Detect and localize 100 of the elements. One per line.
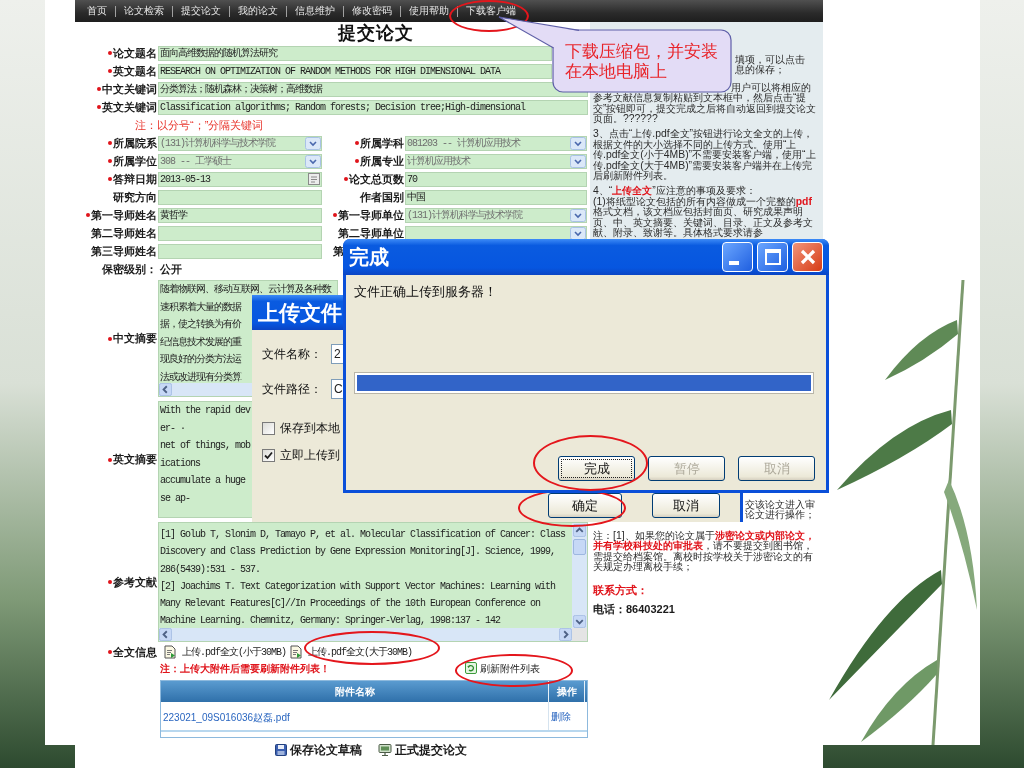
help-text: 3、点击“上传.pdf全文”按钮进行论文全文的上传，根据文件的大小选择不同的上传方式。使用“上传.pdf全文(小于4MB)”不需要安装客户端，使用“上传.pdf全文(大于4MB)”需要安装客户端并在上传完后刷新附件列表。 [593, 129, 817, 182]
field-label: 第一导师姓名 [91, 208, 157, 222]
field-label: 中文关键词 [102, 82, 157, 96]
monitor-icon [378, 744, 392, 756]
warning-text: 注：上传大附件后需要刷新附件列表！ [160, 661, 330, 676]
field-label: 所属学位 [113, 154, 157, 168]
help-text: 4、“上传全文”应注意的事项及要求： [593, 186, 757, 197]
text-field[interactable]: 面向高维数据的随机算法研究 [158, 45, 552, 61]
chevron-down-icon[interactable] [305, 136, 321, 150]
text-area[interactable]: [1] Golub T, Slonim D, Tamayo P, et al. Molecular Classification of Cancer: Class Discovery and Class Prediction by Gene Expression Monitoring[J]. Science, 1999, 286(5439):531 - 537. [2] Joachims T. Text Categorization with Support Vector Machines: Learning with Many Relevant Features[C]//In Proceedings of the 10th European Conference on Machine Learning. Chemnitz, Germany: Springer-Verlag, 1998:137 - 142 [158, 522, 588, 642]
dialog-button[interactable]: 完成 [558, 456, 635, 481]
callout-text: 下载压缩包，并安装在本地电脑上 [565, 41, 719, 81]
field-label: 第二导师姓名 [91, 226, 157, 240]
chevron-left-icon[interactable] [159, 628, 172, 641]
text-field[interactable] [158, 243, 322, 259]
field-label: 文件路径： [262, 381, 322, 398]
field-label: 研究方向 [113, 190, 157, 204]
close-icon [799, 249, 816, 265]
text-field[interactable]: 中国 [405, 189, 587, 205]
field-label: 第三导师姓名 [91, 244, 157, 258]
field-label: 论文题名 [113, 46, 157, 60]
submit-button[interactable]: 正式提交论文 [378, 741, 467, 759]
save-icon [275, 744, 287, 756]
date-field[interactable]: 2013-05-13 [158, 171, 322, 187]
select-field[interactable]: 计算机应用技术 [405, 153, 587, 169]
chevron-left-icon[interactable] [159, 383, 172, 396]
chevron-right-icon[interactable] [559, 628, 572, 641]
nav-link[interactable]: 信息维护 [295, 5, 335, 17]
help-text: 用户可以将相应的参考文献信息复制粘贴到文本框中，然后点击“提交”按钮即可，提交完成之后将自动返回到提交论文页面。?????? [593, 82, 818, 125]
field-label: 文件名称： [262, 346, 322, 363]
chevron-up-icon[interactable] [573, 524, 586, 537]
maximize-icon [764, 249, 781, 265]
text-field[interactable] [158, 189, 322, 205]
field-value: 公开 [159, 261, 182, 277]
nav-link[interactable]: 使用帮助 [409, 5, 449, 17]
help-text: (1)将纸型论文包括的所有内容做成一个完整的pdf格式文档，该文档应包括封面页、研究成果声明页、中、英文摘要、关键词、目录、正文及参考文献、附录、致谢等。具体格式要求请参 [593, 196, 814, 239]
message-text: 文件正确上传到服务器！ [354, 284, 497, 300]
minimize-button[interactable] [722, 242, 753, 272]
chevron-down-icon[interactable] [570, 136, 586, 150]
nav-link[interactable]: 论文检索 [124, 5, 164, 17]
dialog-button[interactable]: 取消 [652, 493, 720, 518]
chevron-down-icon[interactable] [570, 208, 586, 222]
minimize-icon [729, 261, 739, 265]
vertical-scrollbar[interactable] [572, 523, 587, 628]
dialog-button[interactable]: 确定 [548, 493, 622, 518]
field-label: 论文总页数 [349, 172, 404, 186]
nav-link[interactable]: 首页 [87, 5, 107, 17]
calendar-icon[interactable] [308, 173, 320, 185]
select-field[interactable]: 081203 -- 计算机应用技术 [405, 135, 587, 151]
notice-text: 注：[1]、如果您的论文属于涉密论文或内部论文，并有学校科技处的审批表，请不要提交到图书馆，需提交给档案馆。离校时按学校关于涉密论文的有关规定办理离校手续； [592, 530, 816, 573]
upload-link[interactable]: 上传.pdf全文(小于30MB) [182, 644, 286, 660]
field-label: 作者国别 [360, 190, 404, 204]
field-label: 英文摘要 [113, 453, 157, 466]
checkbox-label: 立即上传到 [280, 447, 340, 464]
refresh-link[interactable]: 刷新附件列表 [465, 660, 540, 676]
text-field[interactable]: RESEARCH ON OPTIMIZATION OF RANDOM METHODS FOR HIGH DIMENSIONAL DATA [158, 63, 552, 79]
hint-text: 注：以分号“；”分隔关键词 [135, 117, 264, 133]
chevron-down-icon[interactable] [573, 615, 586, 628]
column-header: 附件名称 [333, 685, 376, 699]
help-text: 填项，可以点击 [735, 55, 805, 65]
nav-link[interactable]: 提交论文 [181, 5, 221, 17]
document-icon [289, 645, 303, 659]
chevron-down-icon[interactable] [570, 154, 586, 168]
help-text: 息的保存； [735, 65, 785, 76]
text-field[interactable]: Classification algorithms; Random forests; Decision tree;High-dimensional [158, 99, 588, 115]
nav-link[interactable]: 我的论文 [238, 5, 278, 17]
text-field[interactable]: 分类算法；随机森林；决策树；高维数据 [158, 81, 588, 97]
scroll-thumb[interactable] [573, 539, 586, 555]
field-label: 答辩日期 [113, 172, 157, 186]
field-label: 英文关键词 [102, 100, 157, 114]
horizontal-scrollbar[interactable] [159, 628, 572, 641]
help-text: 论文进行操作； [745, 510, 815, 521]
maximize-button[interactable] [757, 242, 788, 272]
check-icon [264, 450, 273, 460]
select-field[interactable]: 308 -- 工学硕士 [158, 153, 322, 169]
phone-text: 电话：86403221 [592, 604, 676, 616]
field-label: 中文摘要 [113, 332, 157, 345]
text-field[interactable]: 黄哲学 [158, 207, 322, 223]
page-title: 提交论文 [338, 24, 414, 42]
field-label: 所属专业 [360, 154, 404, 168]
delete-link[interactable]: 删除 [551, 708, 571, 724]
field-label: 全文信息 [113, 645, 157, 659]
checkbox[interactable] [262, 448, 275, 462]
nav-link[interactable]: 修改密码 [352, 5, 392, 17]
chevron-down-icon[interactable] [570, 226, 586, 240]
chevron-down-icon[interactable] [305, 154, 321, 168]
select-field[interactable]: (131)计算机科学与技术学院 [405, 207, 587, 223]
contact-heading: 联系方式： [592, 585, 649, 597]
nav-link[interactable]: 下载客户端 [466, 5, 516, 17]
file-link[interactable]: 223021_09S016036赵磊.pdf [163, 712, 290, 723]
field-label: 第一导师单位 [338, 208, 404, 222]
save-draft-button[interactable]: 保存论文草稿 [275, 741, 362, 759]
text-area[interactable]: With the rapid dev er- · net of things, mob ications accumulate a huge se ap- [158, 401, 254, 518]
text-field[interactable]: 70 [405, 171, 587, 187]
checkbox-label: 保存到本地 [280, 420, 340, 437]
select-field[interactable]: (131)计算机科学与技术学院 [158, 135, 322, 151]
close-button[interactable] [792, 242, 823, 272]
text-field[interactable] [158, 225, 322, 241]
refresh-icon [465, 662, 477, 674]
checkbox[interactable] [262, 421, 275, 435]
